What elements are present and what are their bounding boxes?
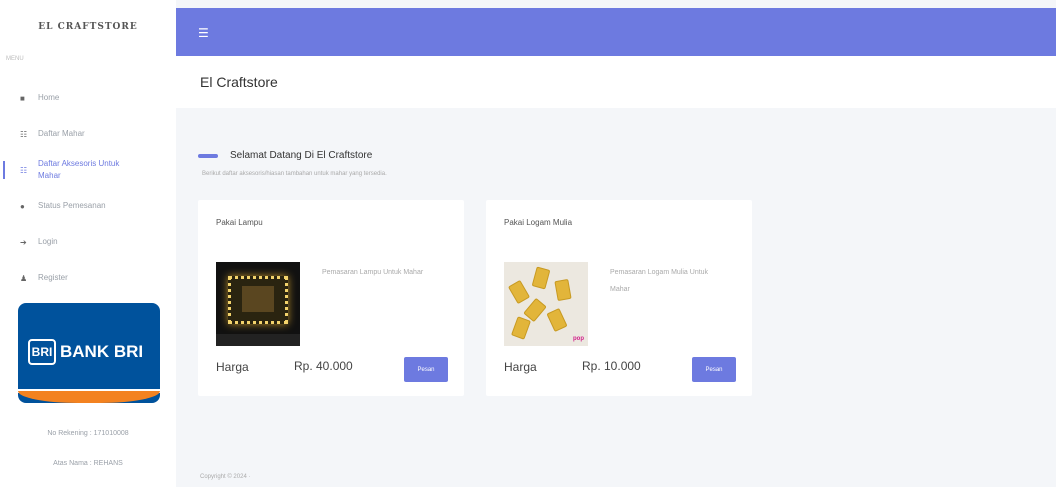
product-title: Pakai Logam Mulia: [504, 218, 573, 227]
price-label: Harga: [504, 360, 537, 374]
page-header: El Craftstore: [176, 56, 1056, 108]
sidebar-nav: ■ Home ☷ Daftar Mahar ☷ Daftar Aksesoris…: [0, 80, 176, 296]
sidebar-item-daftar-aksesoris[interactable]: ☷ Daftar Aksesoris Untuk Mahar: [0, 152, 176, 188]
gold-bar: [511, 316, 531, 340]
gold-bar: [531, 266, 551, 290]
image-tag: pop: [573, 336, 584, 342]
bank-logo: BRI BANK BRI: [28, 339, 143, 365]
sidebar-item-register[interactable]: ♟ Register: [0, 260, 176, 296]
sidebar-item-label: Daftar Aksesoris Untuk Mahar: [38, 159, 120, 180]
price-value: Rp. 10.000: [582, 359, 641, 373]
bank-name: BANK BRI: [60, 342, 144, 361]
menu-toggle-icon[interactable]: ☰: [198, 26, 209, 40]
footer: Copyright © 2024 ·: [200, 474, 251, 480]
sidebar-item-login[interactable]: ➔ Login: [0, 224, 176, 260]
product-description: Pemasaran Lampu Untuk Mahar: [322, 269, 424, 276]
account-name: Atas Nama : REHANS: [53, 460, 123, 467]
product-title: Pakai Lampu: [216, 218, 263, 227]
sidebar: EL CRAFTSTORE MENU ■ Home ☷ Daftar Mahar…: [0, 0, 176, 487]
status-icon: ●: [20, 201, 25, 211]
product-description: Pemasaran Logam Mulia Untuk Mahar: [610, 269, 709, 293]
page-title: El Craftstore: [200, 74, 278, 90]
account-number: No Rekening : 171010008: [47, 430, 129, 437]
home-icon: ■: [20, 93, 25, 103]
lamp-inner: [242, 286, 274, 312]
bri-mark-icon: BRI: [28, 339, 56, 365]
order-button[interactable]: Pesan: [692, 357, 736, 382]
gold-bar: [507, 279, 531, 305]
product-image: [216, 262, 300, 346]
sidebar-item-label: Status Pemesanan: [38, 201, 106, 210]
lamp-base: [216, 334, 300, 346]
gold-bar: [546, 307, 568, 333]
user-icon: ♟: [20, 273, 28, 283]
sidebar-item-home[interactable]: ■ Home: [0, 80, 176, 116]
login-icon: ➔: [20, 237, 27, 247]
bank-bri-logo: BRI BANK BRI: [18, 303, 160, 403]
sidebar-item-label: Register: [38, 273, 68, 282]
sidebar-item-label: Daftar Mahar: [38, 129, 85, 138]
bank-logo-stripe: [18, 391, 160, 403]
list-icon: ☷: [20, 129, 28, 139]
sidebar-item-status-pemesanan[interactable]: ● Status Pemesanan: [0, 188, 176, 224]
sidebar-item-daftar-mahar[interactable]: ☷ Daftar Mahar: [0, 116, 176, 152]
list-icon: ☷: [20, 165, 28, 175]
product-card: Pakai Lampu Pemasaran Lampu Untuk Mahar …: [198, 200, 464, 396]
welcome-title: Selamat Datang Di El Craftstore: [230, 150, 373, 161]
gold-bar: [554, 278, 572, 302]
welcome-subtitle: Berikut daftar aksesoris/hiasan tambahan…: [202, 171, 387, 177]
product-card: Pakai Logam Mulia pop Pemasaran Logam Mu…: [486, 200, 752, 396]
product-image: pop: [504, 262, 588, 346]
price-value: Rp. 40.000: [294, 359, 353, 373]
price-label: Harga: [216, 360, 249, 374]
menu-label: MENU: [6, 56, 24, 62]
sidebar-item-label: Login: [38, 237, 58, 246]
order-button[interactable]: Pesan: [404, 357, 448, 382]
welcome-accent-bar: [198, 154, 218, 158]
brand-title[interactable]: EL CRAFTSTORE: [0, 22, 176, 32]
topbar: ☰: [176, 8, 1056, 56]
sidebar-item-label: Home: [38, 93, 60, 102]
